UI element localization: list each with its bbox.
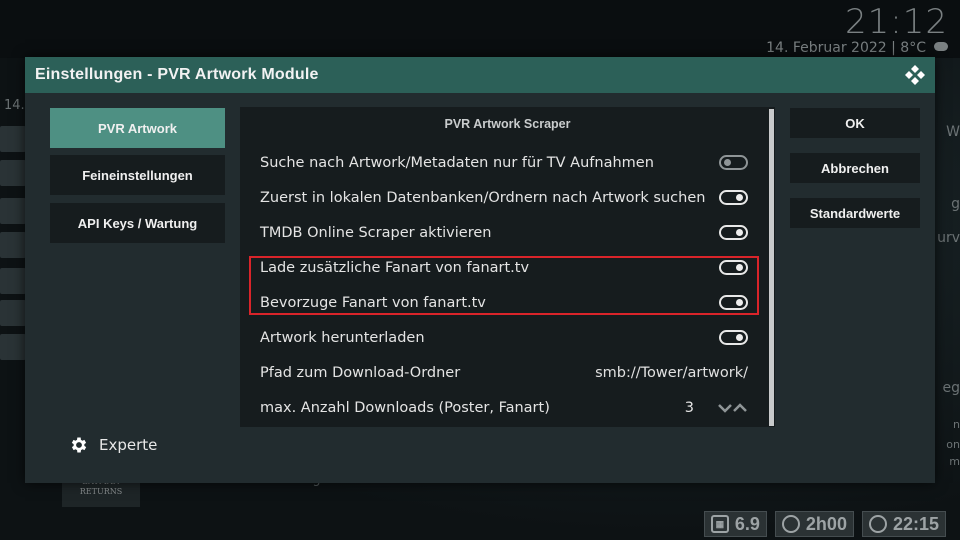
setting-download-path[interactable]: Pfad zum Download-Ordner smb://Tower/art… <box>240 355 760 390</box>
number-spinner[interactable]: 3 <box>685 400 748 416</box>
setting-label: Pfad zum Download-Ordner <box>260 364 461 381</box>
setting-max-downloads[interactable]: max. Anzahl Downloads (Poster, Fanart) 3 <box>240 390 760 425</box>
bg-channel-logo <box>0 160 26 186</box>
bg-day-number: 14. <box>4 98 25 113</box>
bg-epg-text: urv <box>937 230 960 246</box>
button-label: Abbrechen <box>821 160 889 176</box>
bg-channel-logo <box>0 232 26 258</box>
toggle-switch[interactable] <box>719 190 748 205</box>
duration-value: 2h00 <box>805 513 847 534</box>
cancel-button[interactable]: Abbrechen <box>790 153 920 183</box>
endtime-value: 22:15 <box>892 513 939 534</box>
setting-label: Zuerst in lokalen Datenbanken/Ordnern na… <box>260 189 706 206</box>
nav-item-feineinstellungen[interactable]: Feineinstellungen <box>50 155 225 195</box>
info-statusbar: ▦ 6.9 2h00 22:15 <box>703 511 946 537</box>
rating-value: 6.9 <box>734 513 760 534</box>
setting-value: smb://Tower/artwork/ <box>595 364 748 381</box>
nav-label: PVR Artwork <box>98 120 177 136</box>
bg-epg-text: on <box>946 438 960 451</box>
nav-label: API Keys / Wartung <box>77 215 198 231</box>
nav-label: Feineinstellungen <box>82 167 193 183</box>
dialog-header: Einstellungen - PVR Artwork Module <box>25 57 935 93</box>
imdb-icon: ▦ <box>710 515 729 533</box>
setting-tmdb-scraper[interactable]: TMDB Online Scraper aktivieren <box>240 215 760 250</box>
chevron-down-up-icon[interactable] <box>718 402 748 414</box>
toggle-switch[interactable] <box>719 295 748 310</box>
bg-epg-text: g <box>951 196 960 212</box>
ok-button[interactable]: OK <box>790 108 920 138</box>
defaults-button[interactable]: Standardwerte <box>790 198 920 228</box>
bg-channel-logo <box>0 198 26 224</box>
toggle-switch[interactable] <box>719 155 748 170</box>
setting-label: max. Anzahl Downloads (Poster, Fanart) <box>260 399 550 416</box>
bg-channel-logo <box>0 300 26 326</box>
bg-epg-text: m <box>949 455 960 468</box>
setting-label: Bevorzuge Fanart von fanart.tv <box>260 294 486 311</box>
setting-label: TMDB Online Scraper aktivieren <box>260 224 492 241</box>
endtime-badge: 22:15 <box>861 511 946 537</box>
button-label: OK <box>845 115 865 131</box>
clock: 21:12 <box>845 2 948 42</box>
experte-button[interactable]: Experte <box>69 435 157 455</box>
stopwatch-icon <box>781 515 800 533</box>
bg-epg-text: eg <box>942 380 960 396</box>
dialog-title: Einstellungen - PVR Artwork Module <box>35 66 319 83</box>
clock-arrow-icon <box>868 515 887 533</box>
panel-heading: PVR Artwork Scraper <box>444 117 571 131</box>
toggle-switch[interactable] <box>719 225 748 240</box>
nav-item-pvr-artwork[interactable]: PVR Artwork <box>50 108 225 148</box>
button-label: Standardwerte <box>809 205 901 221</box>
scrollbar-thumb[interactable] <box>769 109 774 426</box>
settings-panel: PVR Artwork Scraper Suche nach Artwork/M… <box>240 107 775 427</box>
bg-epg-text: W <box>946 124 960 140</box>
setting-local-first[interactable]: Zuerst in lokalen Datenbanken/Ordnern na… <box>240 180 760 215</box>
bg-channel-logo <box>0 334 26 360</box>
setting-fanart-prefer[interactable]: Bevorzuge Fanart von fanart.tv <box>240 285 760 320</box>
toggle-switch[interactable] <box>719 330 748 345</box>
bg-channel-logo <box>0 268 26 294</box>
date-weather: 14. Februar 2022 | 8°C <box>766 40 926 56</box>
gear-icon <box>71 437 87 453</box>
rating-badge: ▦ 6.9 <box>703 511 767 537</box>
setting-label: Artwork herunterladen <box>260 329 425 346</box>
setting-tv-recordings-only[interactable]: Suche nach Artwork/Metadaten nur für TV … <box>240 145 760 180</box>
setting-fanart-extra[interactable]: Lade zusätzliche Fanart von fanart.tv <box>240 250 760 285</box>
toggle-switch[interactable] <box>719 260 748 275</box>
setting-label: Suche nach Artwork/Metadaten nur für TV … <box>260 154 654 171</box>
settings-dialog: Einstellungen - PVR Artwork Module PVR A… <box>25 57 935 483</box>
spinner-value: 3 <box>684 399 694 416</box>
nav-item-api-keys[interactable]: API Keys / Wartung <box>50 203 225 243</box>
scrollbar[interactable] <box>769 109 774 426</box>
bg-epg-text: n <box>953 418 960 431</box>
experte-label: Experte <box>99 436 158 454</box>
kodi-logo-icon <box>905 65 925 85</box>
cloud-icon <box>934 42 948 51</box>
setting-artwork-download[interactable]: Artwork herunterladen <box>240 320 760 355</box>
setting-label: Lade zusätzliche Fanart von fanart.tv <box>260 259 530 276</box>
bg-channel-logo <box>0 126 26 152</box>
duration-badge: 2h00 <box>774 511 854 537</box>
